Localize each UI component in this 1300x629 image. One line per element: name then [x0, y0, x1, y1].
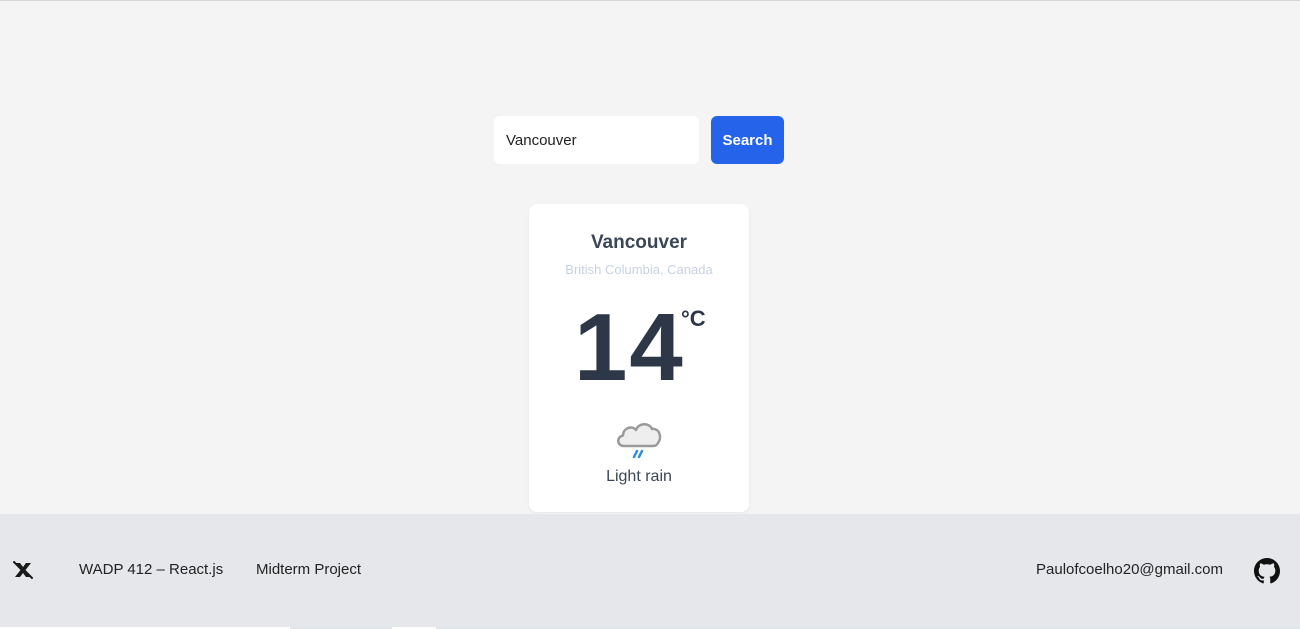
- temperature-value: 14: [574, 294, 685, 401]
- search-bar: Search: [494, 116, 784, 164]
- search-button[interactable]: Search: [711, 116, 784, 164]
- light-rain-icon: [617, 423, 662, 459]
- weather-card: Vancouver British Columbia, Canada 14 °C…: [529, 204, 749, 512]
- temperature-unit: °C: [681, 306, 706, 331]
- x-logo-icon[interactable]: [12, 559, 34, 581]
- city-name: Vancouver: [590, 232, 688, 253]
- search-input[interactable]: [494, 116, 699, 164]
- footer-email-link[interactable]: Paulofcoelho20@gmail.com: [1036, 561, 1223, 578]
- footer-course-label: WADP 412 – React.js: [79, 561, 224, 578]
- weather-condition: Light rain: [606, 468, 672, 485]
- footer-project-label: Midterm Project: [256, 561, 362, 578]
- region-label: British Columbia, Canada: [565, 262, 713, 277]
- footer: WADP 412 – React.js Midterm Project Paul…: [0, 514, 1300, 627]
- temperature-display: 14 °C: [529, 300, 749, 396]
- top-divider: [0, 0, 1300, 1]
- github-icon[interactable]: [1254, 558, 1280, 584]
